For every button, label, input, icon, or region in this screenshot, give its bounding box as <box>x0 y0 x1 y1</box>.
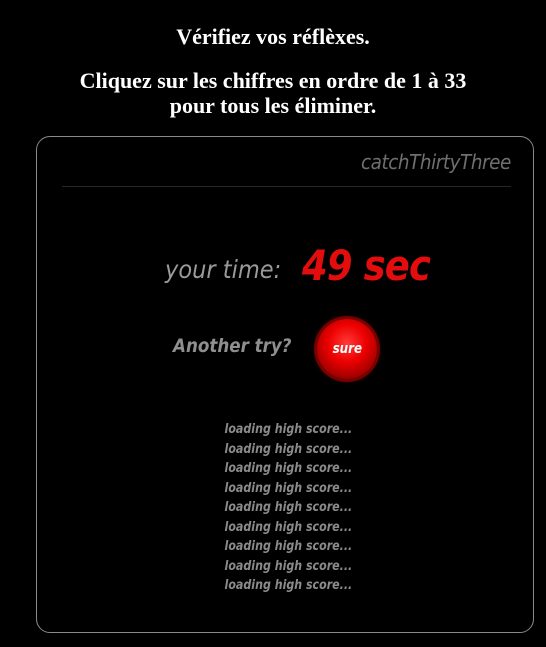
high-score-item: loading high score... <box>224 519 353 535</box>
instructions-line-1: Cliquez sur les chiffres en ordre de 1 à… <box>79 68 467 93</box>
game-title: catchThirtyThree <box>361 150 511 174</box>
high-score-list: loading high score... loading high score… <box>37 420 533 596</box>
high-score-item: loading high score... <box>224 539 353 554</box>
high-score-item: loading high score... <box>224 578 353 593</box>
high-score-item: loading high score... <box>224 461 353 476</box>
high-score-item: loading high score... <box>224 422 353 437</box>
high-score-item: loading high score... <box>224 500 353 515</box>
sure-button[interactable]: sure <box>317 319 377 379</box>
high-score-item: loading high score... <box>224 441 353 457</box>
time-value: 49 sec <box>302 241 431 290</box>
instructions-title: Vérifiez vos réflèxes. <box>176 24 370 49</box>
retry-label: Another try? <box>173 335 292 357</box>
instructions-text: Cliquez sur les chiffres en ordre de 1 à… <box>0 68 546 118</box>
sure-button-label: sure <box>332 341 362 357</box>
title-divider <box>62 186 511 187</box>
high-score-item: loading high score... <box>224 558 353 574</box>
high-score-item: loading high score... <box>224 480 353 496</box>
instructions-line-2: pour tous les éliminer. <box>169 93 377 118</box>
time-label: your time: <box>165 255 282 284</box>
game-panel: catchThirtyThree your time: 49 sec Anoth… <box>36 136 534 633</box>
